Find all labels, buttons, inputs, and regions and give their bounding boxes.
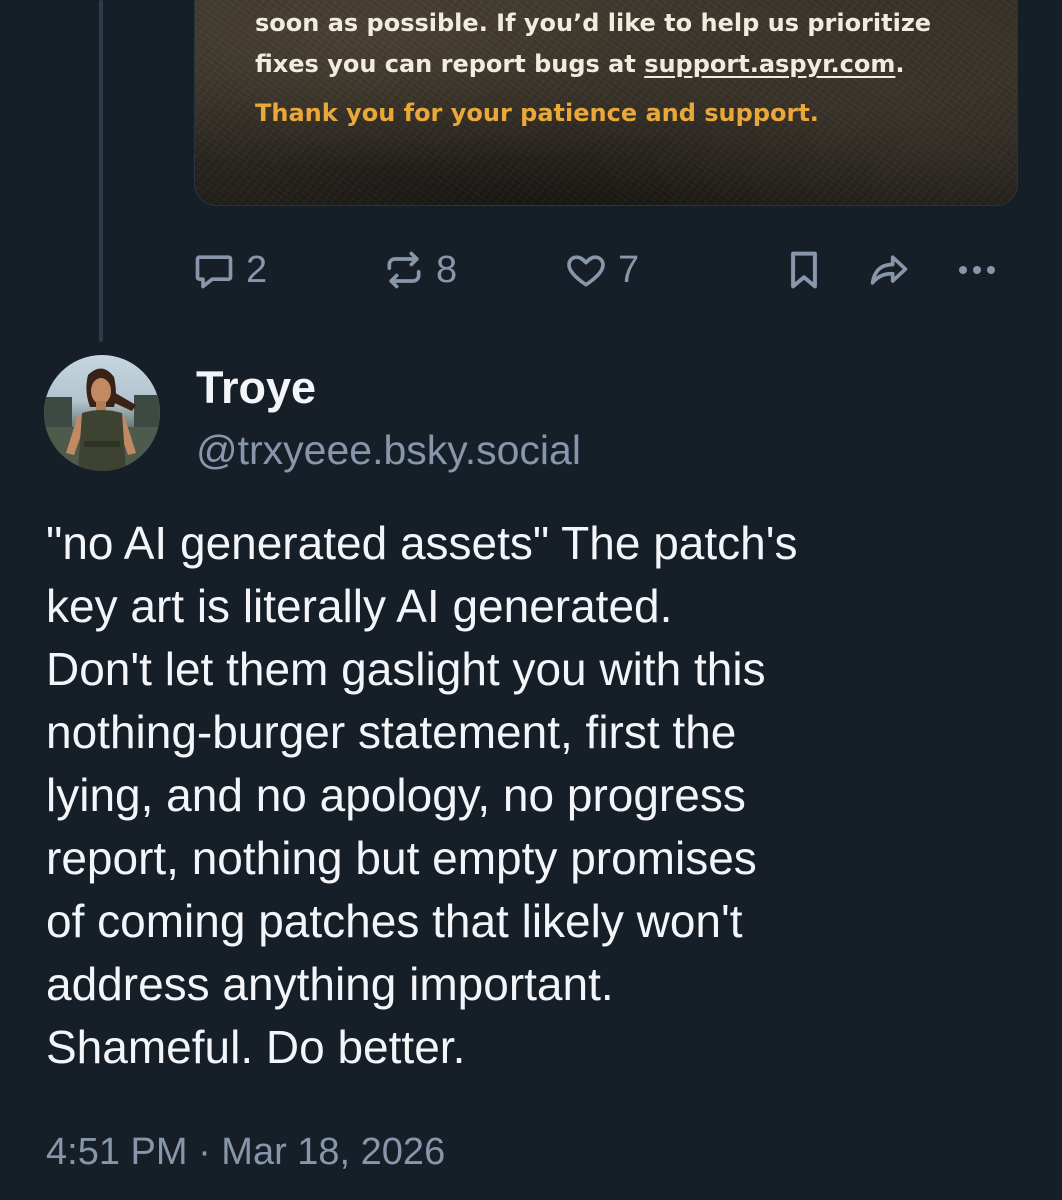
reply-button[interactable]: 2 [192, 246, 267, 294]
support-link: support.aspyr.com [644, 50, 896, 78]
post-text-line: "no AI generated assets" The patch's [46, 517, 798, 569]
avatar[interactable] [44, 355, 160, 471]
more-dots-icon [955, 260, 999, 280]
post-timestamp: 4:51 PM · Mar 18, 2026 [46, 1131, 446, 1173]
bookmark-icon [784, 248, 824, 292]
post-text-line: nothing-burger statement, first the [46, 706, 737, 758]
embed-text-line: soon as possible. If you’d like to help … [255, 9, 932, 37]
bookmark-button[interactable] [784, 246, 824, 294]
author-handle[interactable]: @trxyeee.bsky.social [196, 422, 581, 478]
post-text-line: lying, and no apology, no progress [46, 769, 746, 821]
post-text-line: key art is literally AI generated. [46, 580, 673, 632]
embed-text-prefix: fixes you can report bugs at [255, 50, 645, 78]
embed-thanks-text: Thank you for your patience and support. [255, 99, 819, 127]
share-arrow-icon [866, 248, 912, 292]
post-thread-view: soon as possible. If you’d like to help … [0, 0, 1062, 1200]
post-action-bar: 2 8 7 [0, 246, 1062, 294]
embed-text-suffix: . [895, 50, 905, 78]
post-body-text: "no AI generated assets" The patch's key… [46, 512, 1036, 1079]
embed-statement-text: soon as possible. If you’d like to help … [255, 3, 975, 85]
reply-count: 2 [246, 248, 268, 291]
heart-icon [564, 248, 608, 292]
post-text-line: report, nothing but empty promises [46, 832, 757, 884]
embedded-image-card[interactable]: soon as possible. If you’d like to help … [194, 0, 1018, 206]
author-display-name[interactable]: Troye [196, 360, 316, 416]
share-button[interactable] [866, 246, 912, 294]
like-count: 7 [618, 248, 640, 291]
post-text-line: of coming patches that likely won't [46, 895, 743, 947]
post-text-line: Shameful. Do better. [46, 1021, 466, 1073]
reply-bubble-icon [192, 248, 236, 292]
embed-text-line: fixes you can report bugs at support.asp… [255, 44, 975, 85]
post-text-line: address anything important. [46, 958, 614, 1010]
post-text-line: Don't let them gaslight you with this [46, 643, 766, 695]
more-options-button[interactable] [955, 246, 999, 294]
repost-count: 8 [436, 248, 458, 291]
repost-button[interactable]: 8 [382, 246, 457, 294]
like-button[interactable]: 7 [564, 246, 639, 294]
repost-icon [382, 248, 426, 292]
